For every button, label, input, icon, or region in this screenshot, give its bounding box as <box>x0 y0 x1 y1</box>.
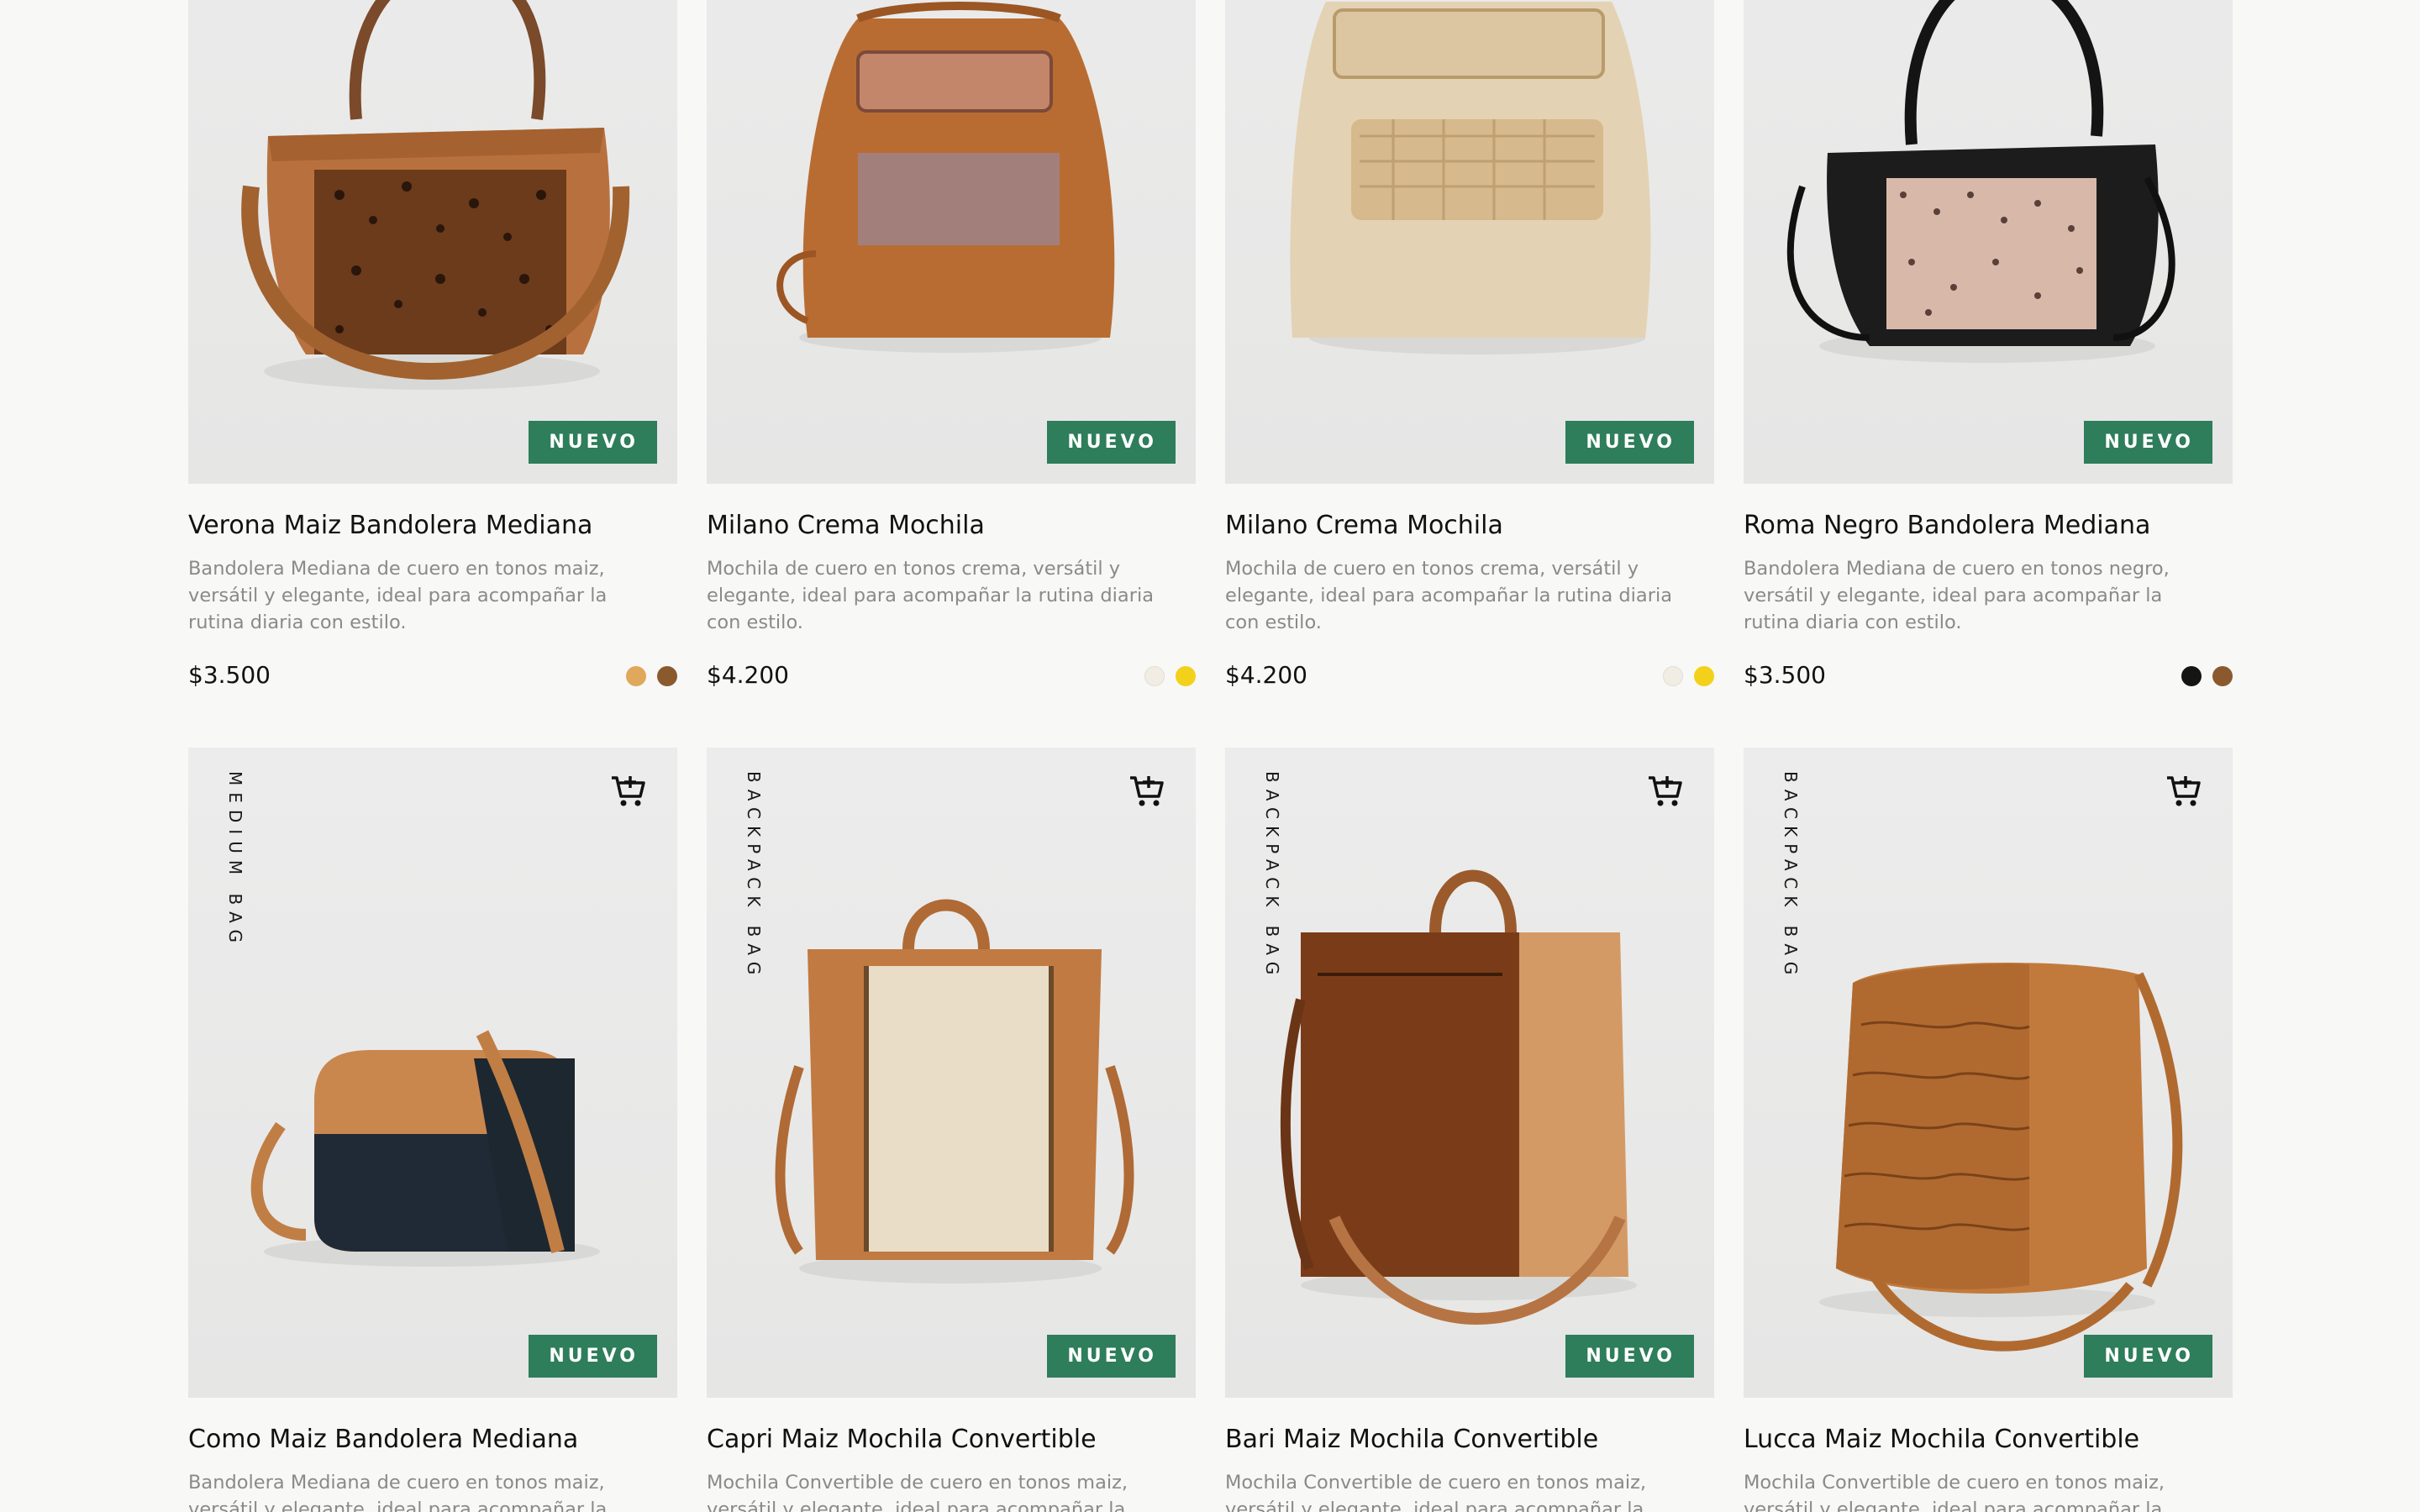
bag-image <box>1819 963 2183 1352</box>
category-label: BACKPACK BAG <box>1781 771 1801 982</box>
product-price: $4.200 <box>707 661 789 689</box>
product-image[interactable]: NUEVO <box>1225 0 1714 484</box>
product-description: Mochila Convertible de cuero en tonos ma… <box>1744 1472 2165 1512</box>
product-title[interactable]: Milano Crema Mochila <box>1225 511 1714 540</box>
product-image[interactable]: NUEVO <box>707 0 1196 484</box>
product-title[interactable]: Verona Maiz Bandolera Mediana <box>188 511 677 540</box>
product-price: $3.500 <box>188 661 271 689</box>
product-description: Bandolera Mediana de cuero en tonos negr… <box>1744 558 2170 633</box>
product-image[interactable]: BACKPACK BAG NUEVO <box>707 748 1196 1398</box>
bag-image <box>775 899 1134 1284</box>
bag-image <box>776 2 1115 353</box>
color-swatch[interactable] <box>1694 666 1714 686</box>
add-to-cart-icon[interactable] <box>1127 771 1167 811</box>
add-to-cart-icon[interactable] <box>2164 771 2204 811</box>
product-title[interactable]: Capri Maiz Mochila Convertible <box>707 1425 1196 1454</box>
color-swatch[interactable] <box>1176 666 1196 686</box>
new-badge: NUEVO <box>1565 421 1694 464</box>
color-swatches <box>2181 666 2233 686</box>
color-swatch[interactable] <box>1144 666 1165 686</box>
product-description: Mochila Convertible de cuero en tonos ma… <box>707 1472 1128 1512</box>
product-card[interactable]: BACKPACK BAG NUEVO Capri Maiz Mochila Co… <box>707 748 1196 1512</box>
product-description: Mochila Convertible de cuero en tonos ma… <box>1225 1472 1647 1512</box>
product-card[interactable]: NUEVO Roma Negro Bandolera Mediana Bando… <box>1744 0 2233 690</box>
product-image[interactable]: BACKPACK BAG NUEVO <box>1225 748 1714 1398</box>
price-row: $4.200 <box>1225 661 1714 690</box>
category-label: MEDIUM BAG <box>225 771 245 949</box>
product-image[interactable]: NUEVO <box>1744 0 2233 484</box>
new-badge: NUEVO <box>2084 1335 2212 1378</box>
new-badge: NUEVO <box>1565 1335 1694 1378</box>
color-swatches <box>626 666 677 686</box>
product-title[interactable]: Como Maiz Bandolera Mediana <box>188 1425 677 1454</box>
color-swatch[interactable] <box>626 666 646 686</box>
product-grid-page: NUEVO Verona Maiz Bandolera Mediana Band… <box>0 0 2420 1512</box>
product-card[interactable]: NUEVO Milano Crema Mochila Mochila de cu… <box>1225 0 1714 690</box>
bag-image <box>1280 869 1637 1325</box>
product-price: $4.200 <box>1225 661 1307 689</box>
new-badge: NUEVO <box>1047 1335 1176 1378</box>
color-swatch[interactable] <box>2181 666 2202 686</box>
price-row: $3.500 <box>1744 661 2233 690</box>
product-card[interactable]: BACKPACK BAG NUEVO Lucca Maiz Mochila Co… <box>1744 748 2233 1512</box>
product-description: Bandolera Mediana de cuero en tonos maiz… <box>188 558 608 633</box>
product-image[interactable]: BACKPACK BAG NUEVO <box>1744 748 2233 1398</box>
product-card[interactable]: NUEVO Verona Maiz Bandolera Mediana Band… <box>188 0 677 690</box>
product-price: $3.500 <box>1744 661 1826 689</box>
product-description: Mochila de cuero en tonos crema, versáti… <box>1225 558 1673 633</box>
color-swatches <box>1144 666 1196 686</box>
color-swatch[interactable] <box>1663 666 1683 686</box>
product-image[interactable]: NUEVO <box>188 0 677 484</box>
product-description: Mochila de cuero en tonos crema, versáti… <box>707 558 1155 633</box>
new-badge: NUEVO <box>1047 421 1176 464</box>
price-row: $3.500 <box>188 661 677 690</box>
color-swatch[interactable] <box>2212 666 2233 686</box>
color-swatches <box>1663 666 1714 686</box>
new-badge: NUEVO <box>529 1335 657 1378</box>
bag-image <box>250 1030 600 1267</box>
product-card[interactable]: MEDIUM BAG NUEVO Como Maiz Bandolera Med… <box>188 748 677 1512</box>
new-badge: NUEVO <box>529 421 657 464</box>
product-title[interactable]: Roma Negro Bandolera Mediana <box>1744 511 2233 540</box>
add-to-cart-icon[interactable] <box>608 771 649 811</box>
product-title[interactable]: Milano Crema Mochila <box>707 511 1196 540</box>
product-card[interactable]: NUEVO Milano Crema Mochila Mochila de cu… <box>707 0 1196 690</box>
product-description: Bandolera Mediana de cuero en tonos maiz… <box>188 1472 608 1512</box>
product-title[interactable]: Lucca Maiz Mochila Convertible <box>1744 1425 2233 1454</box>
product-image[interactable]: MEDIUM BAG NUEVO <box>188 748 677 1398</box>
add-to-cart-icon[interactable] <box>1645 771 1686 811</box>
product-card[interactable]: BACKPACK BAG NUEVO Bari Maiz Mochila Con… <box>1225 748 1714 1512</box>
bag-image <box>1290 2 1651 354</box>
category-label: BACKPACK BAG <box>1262 771 1282 982</box>
price-row: $4.200 <box>707 661 1196 690</box>
bag-image <box>1786 0 2175 363</box>
bag-image <box>241 0 630 390</box>
category-label: BACKPACK BAG <box>744 771 764 982</box>
color-swatch[interactable] <box>657 666 677 686</box>
product-title[interactable]: Bari Maiz Mochila Convertible <box>1225 1425 1714 1454</box>
new-badge: NUEVO <box>2084 421 2212 464</box>
